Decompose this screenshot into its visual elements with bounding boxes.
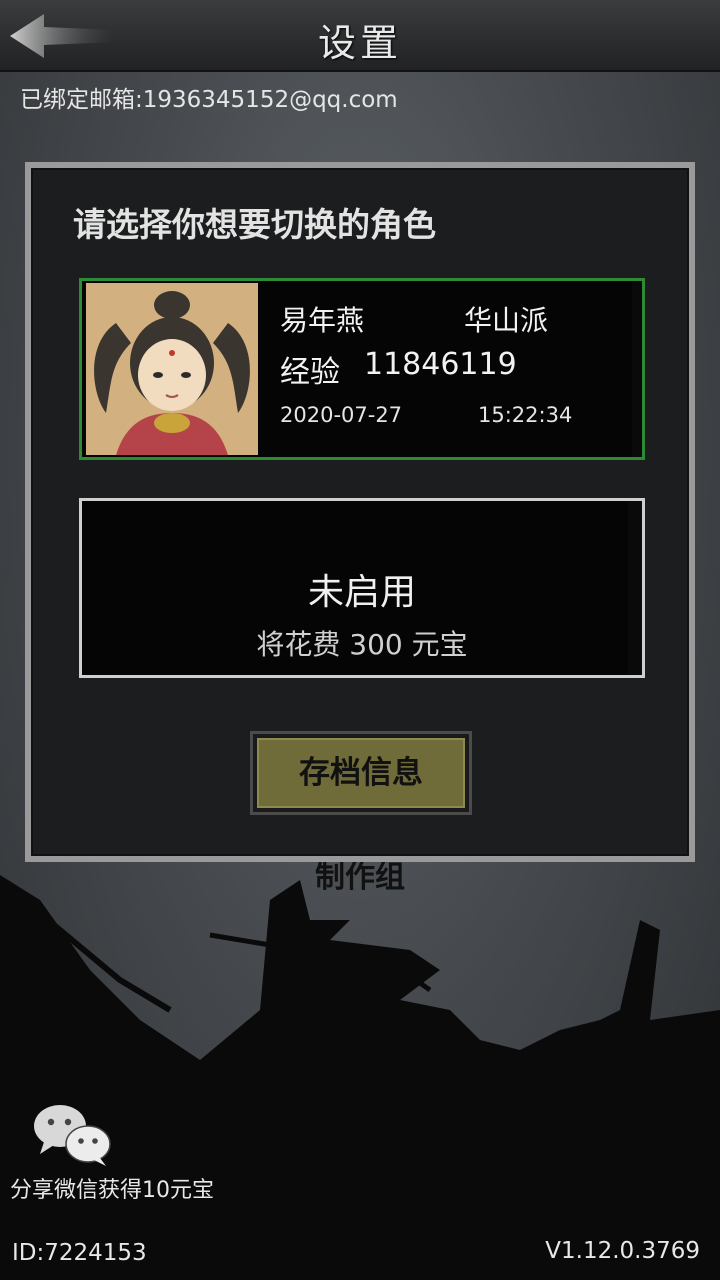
character-slot-1[interactable]: 易年燕 华山派 经验 11846119 2020-07-27 15:22:34 xyxy=(79,278,645,460)
slot-unlock-cost: 将花费 300 元宝 xyxy=(256,628,468,661)
experience-label: 经验 xyxy=(280,355,340,390)
share-label: 分享微信获得10元宝 xyxy=(10,1178,214,1203)
character-switch-dialog: 请选择你想要切换的角色 易年燕 华山派 经验 11846119 2020-07-… xyxy=(25,162,695,862)
page-title: 设置 xyxy=(317,21,402,65)
app-version: V1.12.0.3769 xyxy=(545,1238,700,1264)
save-date: 2020-07-27 xyxy=(280,403,403,427)
share-wechat-button[interactable]: 分享微信获得10元宝 xyxy=(10,1100,240,1210)
save-time: 15:22:34 xyxy=(478,403,573,427)
top-bar: 设置 xyxy=(0,0,720,72)
dialog-prompt: 请选择你想要切换的角色 xyxy=(73,205,436,244)
save-info-button[interactable]: 存档信息 xyxy=(250,731,472,815)
slot-status: 未启用 xyxy=(307,572,416,613)
experience-value: 11846119 xyxy=(364,347,517,382)
user-id: ID:7224153 xyxy=(12,1240,147,1266)
character-slot-2[interactable]: 未启用 将花费 300 元宝 xyxy=(79,498,645,678)
temple-silhouette xyxy=(0,875,720,1280)
bound-email: 已绑定邮箱:1936345152@qq.com xyxy=(20,87,398,113)
character-portrait xyxy=(86,283,258,455)
character-school: 华山派 xyxy=(464,304,549,337)
wechat-icon xyxy=(34,1105,111,1166)
character-name: 易年燕 xyxy=(280,304,365,337)
